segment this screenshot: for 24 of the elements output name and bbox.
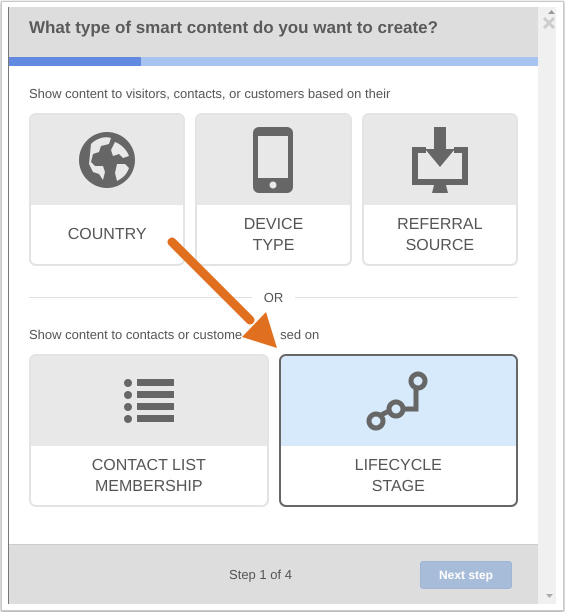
phone-icon [253, 127, 294, 193]
section-prompt: sed on [280, 327, 320, 342]
option-card[interactable]: CONTACT LIST MEMBERSHIP [29, 354, 268, 507]
lifecycle-icon [366, 371, 430, 431]
dialog-title: What type of smart content do you want to create? [29, 18, 438, 37]
list-icon [124, 379, 174, 423]
option-label: LIFECYCLE STAGE [354, 456, 442, 496]
download-monitor-icon [412, 127, 468, 193]
scroll-up-icon[interactable] [548, 10, 555, 14]
step-indicator: Step 1 of 4 [228, 567, 293, 582]
section-prompt: Show content to contacts or custome [29, 327, 242, 342]
option-card[interactable]: COUNTRY [29, 113, 186, 266]
option-card[interactable]: LIFECYCLE STAGE [278, 354, 518, 507]
or-divider-label: OR [264, 290, 284, 305]
option-card[interactable]: DEVICE TYPE [195, 113, 352, 266]
option-label: CONTACT LIST MEMBERSHIP [92, 456, 206, 496]
section-prompt: Show content to visitors, contacts, or customers based on their [29, 86, 390, 101]
globe-icon [77, 130, 138, 190]
close-icon[interactable] [543, 17, 555, 29]
option-card[interactable]: REFERRAL SOURCE [362, 113, 518, 266]
scroll-down-icon[interactable] [546, 594, 553, 598]
option-label: DEVICE TYPE [244, 214, 304, 256]
option-label: REFERRAL SOURCE [397, 214, 482, 256]
option-label: COUNTRY [68, 225, 147, 245]
